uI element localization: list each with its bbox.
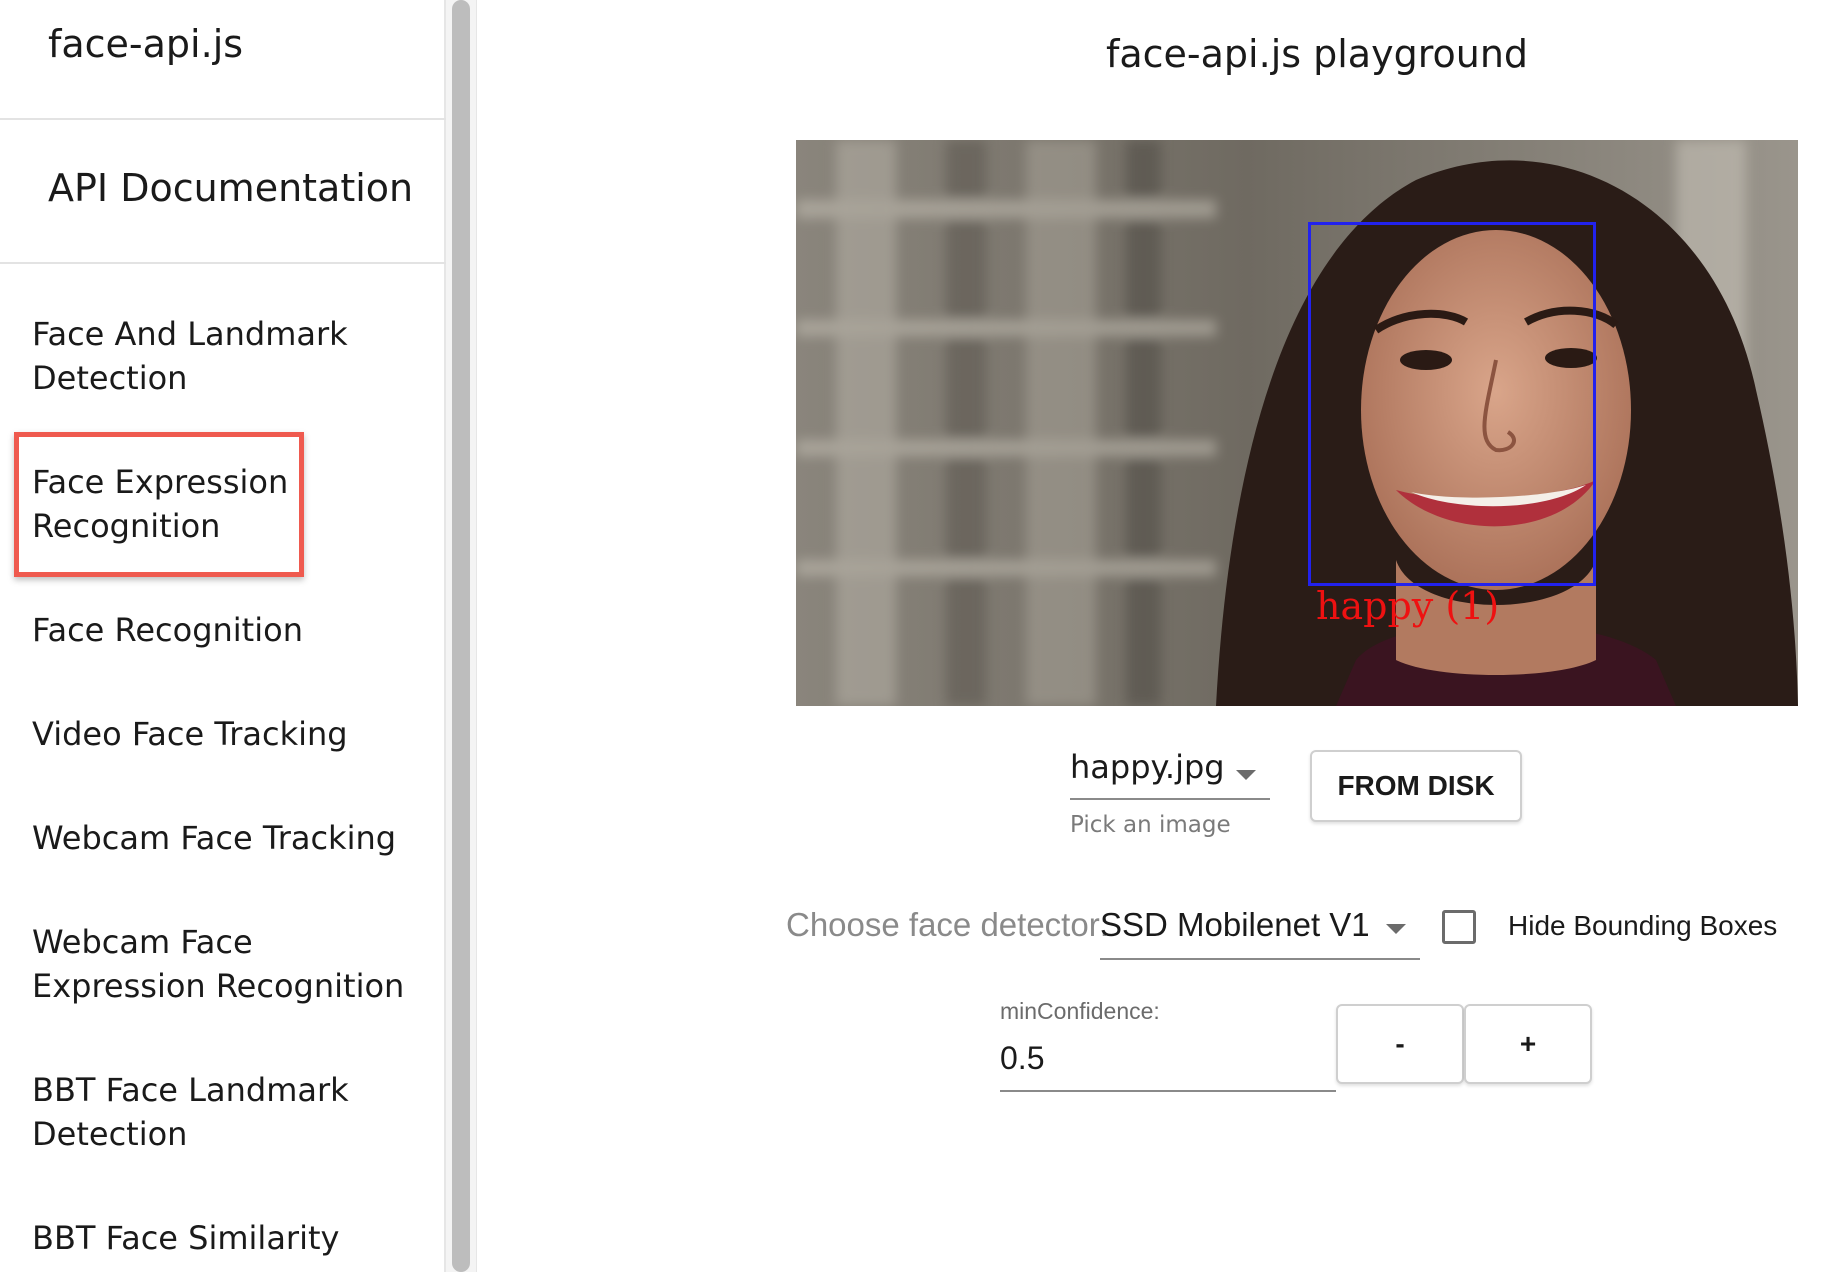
min-confidence-input[interactable] [1000, 1040, 1330, 1077]
sidebar-item-webcam-face-expression-recognition[interactable]: Webcam Face Expression Recognition [32, 920, 422, 1008]
chevron-down-icon [1236, 770, 1256, 780]
hide-bounding-boxes-label[interactable]: Hide Bounding Boxes [1508, 910, 1777, 942]
sidebar: face-api.js API Documentation Face And L… [0, 0, 446, 1272]
sidebar-item-bbt-face-landmark-detection[interactable]: BBT Face Landmark Detection [32, 1068, 422, 1156]
image-select-helper-text: Pick an image [1070, 812, 1231, 838]
increase-confidence-button[interactable]: + [1464, 1004, 1592, 1084]
sidebar-item-label: Webcam Face [32, 923, 253, 961]
hide-bounding-boxes-checkbox[interactable] [1442, 910, 1476, 944]
sidebar-brand[interactable]: face-api.js [48, 22, 243, 66]
sidebar-item-label: BBT Face Similarity [32, 1219, 340, 1257]
face-detector-underline [1100, 958, 1420, 960]
sidebar-item-label: BBT Face Landmark [32, 1071, 349, 1109]
sidebar-api-documentation-link[interactable]: API Documentation [48, 166, 413, 210]
page-title: face-api.js playground [1106, 32, 1529, 76]
sidebar-item-bbt-face-similarity[interactable]: BBT Face Similarity [32, 1216, 422, 1260]
sidebar-divider [0, 118, 446, 120]
sidebar-item-label: Detection [32, 1115, 188, 1153]
sidebar-item-face-recognition[interactable]: Face Recognition [32, 608, 422, 652]
sidebar-item-label: Face And Landmark [32, 315, 348, 353]
sidebar-item-video-face-tracking[interactable]: Video Face Tracking [32, 712, 422, 756]
min-confidence-underline [1000, 1090, 1336, 1092]
sidebar-item-label: Webcam Face Tracking [32, 819, 397, 857]
from-disk-button[interactable]: FROM DISK [1310, 750, 1522, 822]
sidebar-item-webcam-face-tracking[interactable]: Webcam Face Tracking [32, 816, 422, 860]
image-select[interactable]: happy.jpg [1070, 748, 1270, 800]
face-photo [796, 140, 1798, 706]
sidebar-item-label: Detection [32, 359, 188, 397]
sidebar-item-label: Expression Recognition [32, 967, 405, 1005]
sidebar-item-label: Face Recognition [32, 611, 303, 649]
min-confidence-label: minConfidence: [1000, 998, 1160, 1024]
decrease-confidence-button[interactable]: - [1336, 1004, 1464, 1084]
image-select-value: happy.jpg [1070, 748, 1225, 786]
selected-item-highlight [14, 432, 304, 577]
face-detector-select[interactable]: SSD Mobilenet V1 [1100, 906, 1370, 944]
image-select-underline [1070, 798, 1270, 800]
chevron-down-icon[interactable] [1386, 924, 1406, 934]
face-detector-label: Choose face detector: [786, 906, 1109, 943]
sidebar-item-label: Video Face Tracking [32, 715, 348, 753]
face-image-canvas: happy (1) [796, 140, 1798, 706]
sidebar-item-face-and-landmark-detection[interactable]: Face And Landmark Detection [32, 312, 422, 400]
expression-label: happy (1) [1316, 584, 1500, 628]
sidebar-divider [0, 262, 446, 264]
face-bounding-box [1308, 222, 1596, 586]
sidebar-scrollbar-thumb[interactable] [452, 0, 470, 1272]
